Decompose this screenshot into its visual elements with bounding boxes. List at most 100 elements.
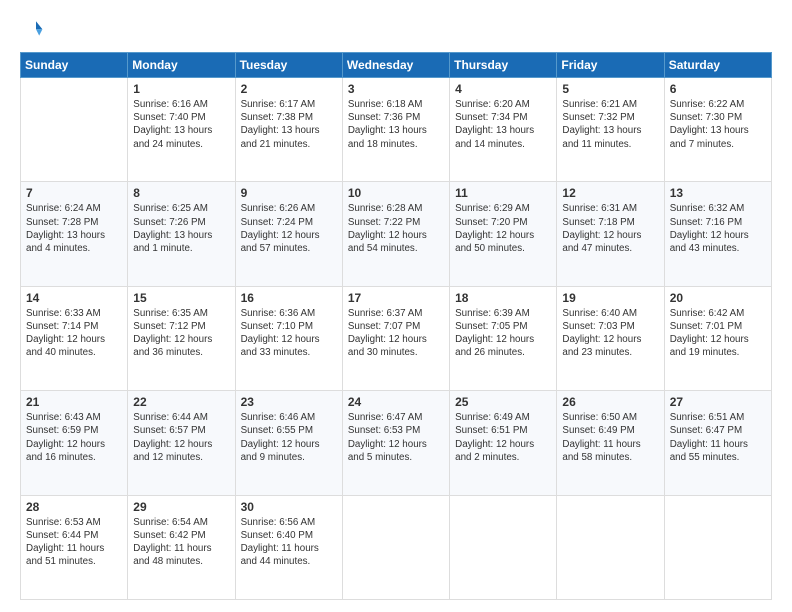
col-header-thursday: Thursday — [450, 53, 557, 78]
calendar-cell: 9Sunrise: 6:26 AM Sunset: 7:24 PM Daylig… — [235, 182, 342, 286]
day-number: 8 — [133, 186, 229, 200]
day-info: Sunrise: 6:36 AM Sunset: 7:10 PM Dayligh… — [241, 307, 337, 360]
day-info: Sunrise: 6:20 AM Sunset: 7:34 PM Dayligh… — [455, 98, 551, 151]
calendar-cell — [450, 495, 557, 599]
day-info: Sunrise: 6:46 AM Sunset: 6:55 PM Dayligh… — [241, 411, 337, 464]
day-info: Sunrise: 6:43 AM Sunset: 6:59 PM Dayligh… — [26, 411, 122, 464]
day-number: 11 — [455, 186, 551, 200]
calendar-cell: 15 Sunrise: 6:35 AM Sunset: 7:12 PM Dayli… — [128, 286, 235, 390]
day-number: 20 — [670, 291, 766, 305]
calendar-cell — [21, 78, 128, 182]
col-header-tuesday: Tuesday — [235, 53, 342, 78]
calendar-cell: 28 Sunrise: 6:53 AM Sunset: 6:44 PM Dayli… — [21, 495, 128, 599]
day-number: 3 — [348, 82, 444, 96]
day-info: Sunrise: 6:40 AM Sunset: 7:03 PM Dayligh… — [562, 307, 658, 360]
day-number: 29 — [133, 500, 229, 514]
calendar-header-row: SundayMondayTuesdayWednesdayThursdayFrid… — [21, 53, 772, 78]
day-info: Sunrise: 6:51 AM Sunset: 6:47 PM Dayligh… — [670, 411, 766, 464]
calendar-week-4: 28 Sunrise: 6:53 AM Sunset: 6:44 PM Dayli… — [21, 495, 772, 599]
col-header-saturday: Saturday — [664, 53, 771, 78]
page: SundayMondayTuesdayWednesdayThursdayFrid… — [0, 0, 792, 612]
day-number: 4 — [455, 82, 551, 96]
day-number: 15 — [133, 291, 229, 305]
day-number: 1 — [133, 82, 229, 96]
col-header-monday: Monday — [128, 53, 235, 78]
day-number: 12 — [562, 186, 658, 200]
day-info: Sunrise: 6:33 AM Sunset: 7:14 PM Dayligh… — [26, 307, 122, 360]
day-info: Sunrise: 6:24 AM Sunset: 7:28 PM Dayligh… — [26, 202, 122, 255]
day-info: Sunrise: 6:44 AM Sunset: 6:57 PM Dayligh… — [133, 411, 229, 464]
calendar-cell: 26 Sunrise: 6:50 AM Sunset: 6:49 PM Dayli… — [557, 391, 664, 495]
calendar-cell: 1 Sunrise: 6:16 AM Sunset: 7:40 PM Daylig… — [128, 78, 235, 182]
calendar-cell: 7Sunrise: 6:24 AM Sunset: 7:28 PM Daylig… — [21, 182, 128, 286]
day-number: 6 — [670, 82, 766, 96]
calendar-cell: 17 Sunrise: 6:37 AM Sunset: 7:07 PM Dayli… — [342, 286, 449, 390]
day-info: Sunrise: 6:54 AM Sunset: 6:42 PM Dayligh… — [133, 516, 229, 569]
day-number: 18 — [455, 291, 551, 305]
day-info: Sunrise: 6:29 AM Sunset: 7:20 PM Dayligh… — [455, 202, 551, 255]
day-info: Sunrise: 6:22 AM Sunset: 7:30 PM Dayligh… — [670, 98, 766, 151]
day-number: 2 — [241, 82, 337, 96]
day-info: Sunrise: 6:37 AM Sunset: 7:07 PM Dayligh… — [348, 307, 444, 360]
day-info: Sunrise: 6:16 AM Sunset: 7:40 PM Dayligh… — [133, 98, 229, 151]
day-number: 10 — [348, 186, 444, 200]
day-number: 25 — [455, 395, 551, 409]
calendar-cell: 20 Sunrise: 6:42 AM Sunset: 7:01 PM Dayli… — [664, 286, 771, 390]
calendar-cell: 4 Sunrise: 6:20 AM Sunset: 7:34 PM Daylig… — [450, 78, 557, 182]
day-number: 9 — [241, 186, 337, 200]
calendar-cell: 25 Sunrise: 6:49 AM Sunset: 6:51 PM Dayli… — [450, 391, 557, 495]
day-info: Sunrise: 6:53 AM Sunset: 6:44 PM Dayligh… — [26, 516, 122, 569]
day-info: Sunrise: 6:42 AM Sunset: 7:01 PM Dayligh… — [670, 307, 766, 360]
calendar-week-0: 1 Sunrise: 6:16 AM Sunset: 7:40 PM Daylig… — [21, 78, 772, 182]
calendar-table: SundayMondayTuesdayWednesdayThursdayFrid… — [20, 52, 772, 600]
day-info: Sunrise: 6:47 AM Sunset: 6:53 PM Dayligh… — [348, 411, 444, 464]
col-header-wednesday: Wednesday — [342, 53, 449, 78]
day-number: 19 — [562, 291, 658, 305]
calendar-cell: 16 Sunrise: 6:36 AM Sunset: 7:10 PM Dayli… — [235, 286, 342, 390]
calendar-week-2: 14 Sunrise: 6:33 AM Sunset: 7:14 PM Dayli… — [21, 286, 772, 390]
calendar-cell: 29 Sunrise: 6:54 AM Sunset: 6:42 PM Dayli… — [128, 495, 235, 599]
calendar-cell: 22 Sunrise: 6:44 AM Sunset: 6:57 PM Dayli… — [128, 391, 235, 495]
calendar-cell — [342, 495, 449, 599]
day-info: Sunrise: 6:50 AM Sunset: 6:49 PM Dayligh… — [562, 411, 658, 464]
day-info: Sunrise: 6:32 AM Sunset: 7:16 PM Dayligh… — [670, 202, 766, 255]
calendar-cell — [557, 495, 664, 599]
day-number: 24 — [348, 395, 444, 409]
calendar-cell: 19 Sunrise: 6:40 AM Sunset: 7:03 PM Dayli… — [557, 286, 664, 390]
calendar-cell: 12 Sunrise: 6:31 AM Sunset: 7:18 PM Dayli… — [557, 182, 664, 286]
day-number: 26 — [562, 395, 658, 409]
day-number: 5 — [562, 82, 658, 96]
calendar-cell: 24 Sunrise: 6:47 AM Sunset: 6:53 PM Dayli… — [342, 391, 449, 495]
day-info: Sunrise: 6:18 AM Sunset: 7:36 PM Dayligh… — [348, 98, 444, 151]
day-number: 14 — [26, 291, 122, 305]
day-info: Sunrise: 6:28 AM Sunset: 7:22 PM Dayligh… — [348, 202, 444, 255]
calendar-cell: 14 Sunrise: 6:33 AM Sunset: 7:14 PM Dayli… — [21, 286, 128, 390]
calendar-cell: 23 Sunrise: 6:46 AM Sunset: 6:55 PM Dayli… — [235, 391, 342, 495]
calendar-cell: 30 Sunrise: 6:56 AM Sunset: 6:40 PM Dayli… — [235, 495, 342, 599]
header — [20, 18, 772, 42]
calendar-cell — [664, 495, 771, 599]
logo — [20, 18, 48, 42]
day-info: Sunrise: 6:56 AM Sunset: 6:40 PM Dayligh… — [241, 516, 337, 569]
day-info: Sunrise: 6:39 AM Sunset: 7:05 PM Dayligh… — [455, 307, 551, 360]
calendar-week-1: 7Sunrise: 6:24 AM Sunset: 7:28 PM Daylig… — [21, 182, 772, 286]
day-number: 13 — [670, 186, 766, 200]
day-number: 17 — [348, 291, 444, 305]
calendar-cell: 18 Sunrise: 6:39 AM Sunset: 7:05 PM Dayli… — [450, 286, 557, 390]
day-number: 23 — [241, 395, 337, 409]
calendar-cell: 5Sunrise: 6:21 AM Sunset: 7:32 PM Daylig… — [557, 78, 664, 182]
calendar-week-3: 21Sunrise: 6:43 AM Sunset: 6:59 PM Dayli… — [21, 391, 772, 495]
day-number: 22 — [133, 395, 229, 409]
day-info: Sunrise: 6:17 AM Sunset: 7:38 PM Dayligh… — [241, 98, 337, 151]
calendar-cell: 11 Sunrise: 6:29 AM Sunset: 7:20 PM Dayli… — [450, 182, 557, 286]
calendar-cell: 10 Sunrise: 6:28 AM Sunset: 7:22 PM Dayli… — [342, 182, 449, 286]
day-number: 28 — [26, 500, 122, 514]
day-number: 30 — [241, 500, 337, 514]
col-header-sunday: Sunday — [21, 53, 128, 78]
day-info: Sunrise: 6:31 AM Sunset: 7:18 PM Dayligh… — [562, 202, 658, 255]
day-info: Sunrise: 6:35 AM Sunset: 7:12 PM Dayligh… — [133, 307, 229, 360]
day-info: Sunrise: 6:49 AM Sunset: 6:51 PM Dayligh… — [455, 411, 551, 464]
day-number: 16 — [241, 291, 337, 305]
calendar-cell: 27Sunrise: 6:51 AM Sunset: 6:47 PM Dayli… — [664, 391, 771, 495]
calendar-cell: 2 Sunrise: 6:17 AM Sunset: 7:38 PM Daylig… — [235, 78, 342, 182]
